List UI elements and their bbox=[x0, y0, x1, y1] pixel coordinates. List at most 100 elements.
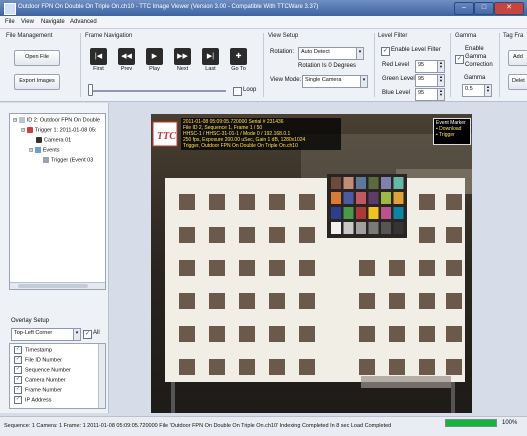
last-frame-button[interactable]: ▶| Last bbox=[198, 48, 223, 77]
overlay-item-label: Timestamp bbox=[25, 347, 52, 354]
tree-item-label: Trigger (Event 03 bbox=[51, 157, 94, 164]
enable-gamma-checkbox[interactable]: ✓ bbox=[455, 55, 464, 64]
overlay-item-frame[interactable]: ✓ Frame Number bbox=[14, 386, 62, 394]
overlay-item-checkbox[interactable]: ✓ bbox=[14, 396, 22, 404]
menu-bar: File View Navigate Advanced bbox=[0, 16, 527, 29]
play-button[interactable]: ▶ Play bbox=[142, 48, 167, 77]
collapse-icon[interactable]: ⊟ bbox=[21, 127, 25, 133]
export-images-button[interactable]: Export Images bbox=[14, 74, 60, 90]
overlay-item-checkbox[interactable]: ✓ bbox=[14, 386, 22, 394]
overlay-item-checkbox[interactable]: ✓ bbox=[14, 366, 22, 374]
overlay-position-select[interactable]: Top-Left Corner ▾ bbox=[11, 328, 81, 341]
camera-frame-image: TTC bbox=[151, 114, 472, 413]
overlay-item-sequence[interactable]: ✓ Sequence Number bbox=[14, 366, 71, 374]
events-icon bbox=[34, 147, 41, 153]
menu-file[interactable]: File bbox=[5, 19, 15, 25]
overlay-item-ip[interactable]: ✓ IP Address bbox=[14, 396, 52, 404]
skip-last-icon: ▶| bbox=[202, 48, 219, 65]
rotation-select[interactable]: Auto Detect ▾ bbox=[298, 47, 364, 60]
view-mode-label: View Mode: bbox=[270, 77, 302, 83]
overlay-item-camera[interactable]: ✓ Camera Number bbox=[14, 376, 66, 384]
trigger-icon bbox=[26, 127, 33, 133]
green-level-input[interactable]: 95 ▲ ▼ bbox=[415, 74, 445, 87]
overlay-items-list[interactable]: ✓ Timestamp ✓ File ID Number ✓ Sequence Num… bbox=[9, 343, 106, 409]
image-viewport[interactable]: TTC 2011-01-08 05:09:05.720000 Serial # … bbox=[151, 114, 472, 413]
blue-level-input[interactable]: 95 ▲ ▼ bbox=[415, 88, 445, 101]
chevron-down-icon: ▾ bbox=[356, 48, 363, 59]
maximize-button[interactable]: □ bbox=[474, 2, 494, 15]
overlay-item-label: Frame Number bbox=[25, 387, 62, 394]
overlay-list-scrollbar[interactable] bbox=[98, 344, 105, 408]
app-icon bbox=[4, 3, 16, 15]
enable-level-filter-checkbox[interactable]: ✓ bbox=[381, 47, 390, 56]
tree-item-events[interactable]: ⊟ Events bbox=[29, 147, 60, 153]
view-mode-value: Single Camera bbox=[305, 77, 342, 83]
frame-slider-thumb[interactable] bbox=[88, 84, 93, 96]
rotation-value: Auto Detect bbox=[301, 49, 330, 55]
enable-level-filter-label: Enable Level Filter bbox=[391, 47, 441, 53]
last-label: Last bbox=[205, 66, 216, 72]
tree-item-file[interactable]: ⊟ ID 2: Outdoor FPN On Double bbox=[13, 117, 100, 123]
separator bbox=[263, 33, 264, 97]
overlay-item-label: Camera Number bbox=[25, 377, 66, 384]
menu-advanced[interactable]: Advanced bbox=[70, 19, 97, 25]
first-frame-button[interactable]: |◀ First bbox=[86, 48, 111, 77]
view-mode-select[interactable]: Single Camera ▾ bbox=[302, 75, 368, 88]
loop-checkbox[interactable] bbox=[233, 87, 242, 96]
overlay-item-file-id[interactable]: ✓ File ID Number bbox=[14, 356, 62, 364]
open-file-button[interactable]: Open File bbox=[14, 50, 60, 66]
window-title: Outdoor FPN On Double On Triple On.ch10 … bbox=[18, 4, 319, 10]
red-level-input[interactable]: 95 ▲ ▼ bbox=[415, 60, 445, 73]
goto-frame-button[interactable]: ✚ Go To bbox=[226, 48, 251, 77]
overlay-item-label: File ID Number bbox=[25, 357, 62, 364]
load-progress-fill bbox=[446, 420, 496, 426]
enable-gamma-label-3: Correction bbox=[465, 62, 493, 68]
overlay-item-timestamp[interactable]: ✓ Timestamp bbox=[14, 346, 52, 354]
tree-scrollbar-thumb[interactable] bbox=[18, 284, 88, 288]
gamma-value: 0.5 bbox=[465, 86, 473, 92]
event-marker-trigger: Trigger bbox=[439, 132, 455, 138]
file-tree[interactable]: ⊟ ID 2: Outdoor FPN On Double ⊟ Trigger … bbox=[9, 113, 106, 290]
tree-item-camera[interactable]: Camera 01 bbox=[36, 137, 71, 143]
next-frame-button[interactable]: ▶▶ Next bbox=[170, 48, 195, 77]
overlay-item-checkbox[interactable]: ✓ bbox=[14, 346, 22, 354]
tree-item-trigger[interactable]: ⊟ Trigger 1: 2011-01-08 05: bbox=[21, 127, 97, 133]
file-icon bbox=[18, 117, 25, 123]
spinner-arrows-icon[interactable]: ▲ ▼ bbox=[484, 85, 491, 96]
menu-navigate[interactable]: Navigate bbox=[41, 19, 65, 25]
loop-label: Loop bbox=[243, 87, 257, 93]
spinner-arrows-icon[interactable]: ▲ ▼ bbox=[437, 89, 444, 100]
overlay-line: Trigger, Outdoor FPN On Double On Triple… bbox=[183, 143, 298, 149]
gamma-input[interactable]: 0.5 ▲ ▼ bbox=[462, 84, 492, 97]
minimize-button[interactable]: – bbox=[454, 2, 474, 15]
prev-frame-button[interactable]: ◀◀ Prev bbox=[114, 48, 139, 77]
collapse-icon[interactable]: ⊟ bbox=[13, 117, 17, 123]
tree-scrollbar[interactable] bbox=[10, 282, 105, 289]
goto-icon: ✚ bbox=[230, 48, 247, 65]
frame-navigation-title: Frame Navigation bbox=[85, 33, 133, 39]
overlay-item-label: IP Address bbox=[25, 397, 52, 404]
tree-item-event-trigger[interactable]: Trigger (Event 03 bbox=[43, 157, 93, 163]
title-bar: Outdoor FPN On Double On Triple On.ch10 … bbox=[0, 0, 527, 16]
overlay-item-checkbox[interactable]: ✓ bbox=[14, 356, 22, 364]
spinner-arrows-icon[interactable]: ▲ ▼ bbox=[437, 75, 444, 86]
overlay-item-checkbox[interactable]: ✓ bbox=[14, 376, 22, 384]
tree-item-label: Camera 01 bbox=[44, 137, 72, 144]
close-button[interactable]: ✕ bbox=[494, 2, 524, 15]
frame-slider-track[interactable] bbox=[88, 90, 226, 92]
collapse-icon[interactable]: ⊟ bbox=[29, 147, 33, 153]
event-marker-legend: Event Marker ▪ Download ▪ Trigger bbox=[433, 118, 471, 145]
prev-label: Prev bbox=[120, 66, 133, 72]
separator bbox=[374, 33, 375, 97]
enable-gamma-label-1: Enable bbox=[465, 46, 484, 52]
rotation-label: Rotation: bbox=[270, 49, 295, 55]
overlay-all-label: All bbox=[93, 330, 100, 336]
spinner-arrows-icon[interactable]: ▲ ▼ bbox=[437, 61, 444, 72]
overlay-all-checkbox[interactable]: ✓ bbox=[83, 330, 92, 339]
red-level-label: Red Level bbox=[382, 62, 410, 68]
menu-view[interactable]: View bbox=[21, 19, 34, 25]
delete-tag-button[interactable]: Delet bbox=[508, 74, 527, 90]
event-marker-item: ▪ Trigger bbox=[436, 132, 455, 138]
green-level-label: Green Level bbox=[382, 76, 415, 82]
add-tag-button[interactable]: Add bbox=[508, 50, 527, 66]
